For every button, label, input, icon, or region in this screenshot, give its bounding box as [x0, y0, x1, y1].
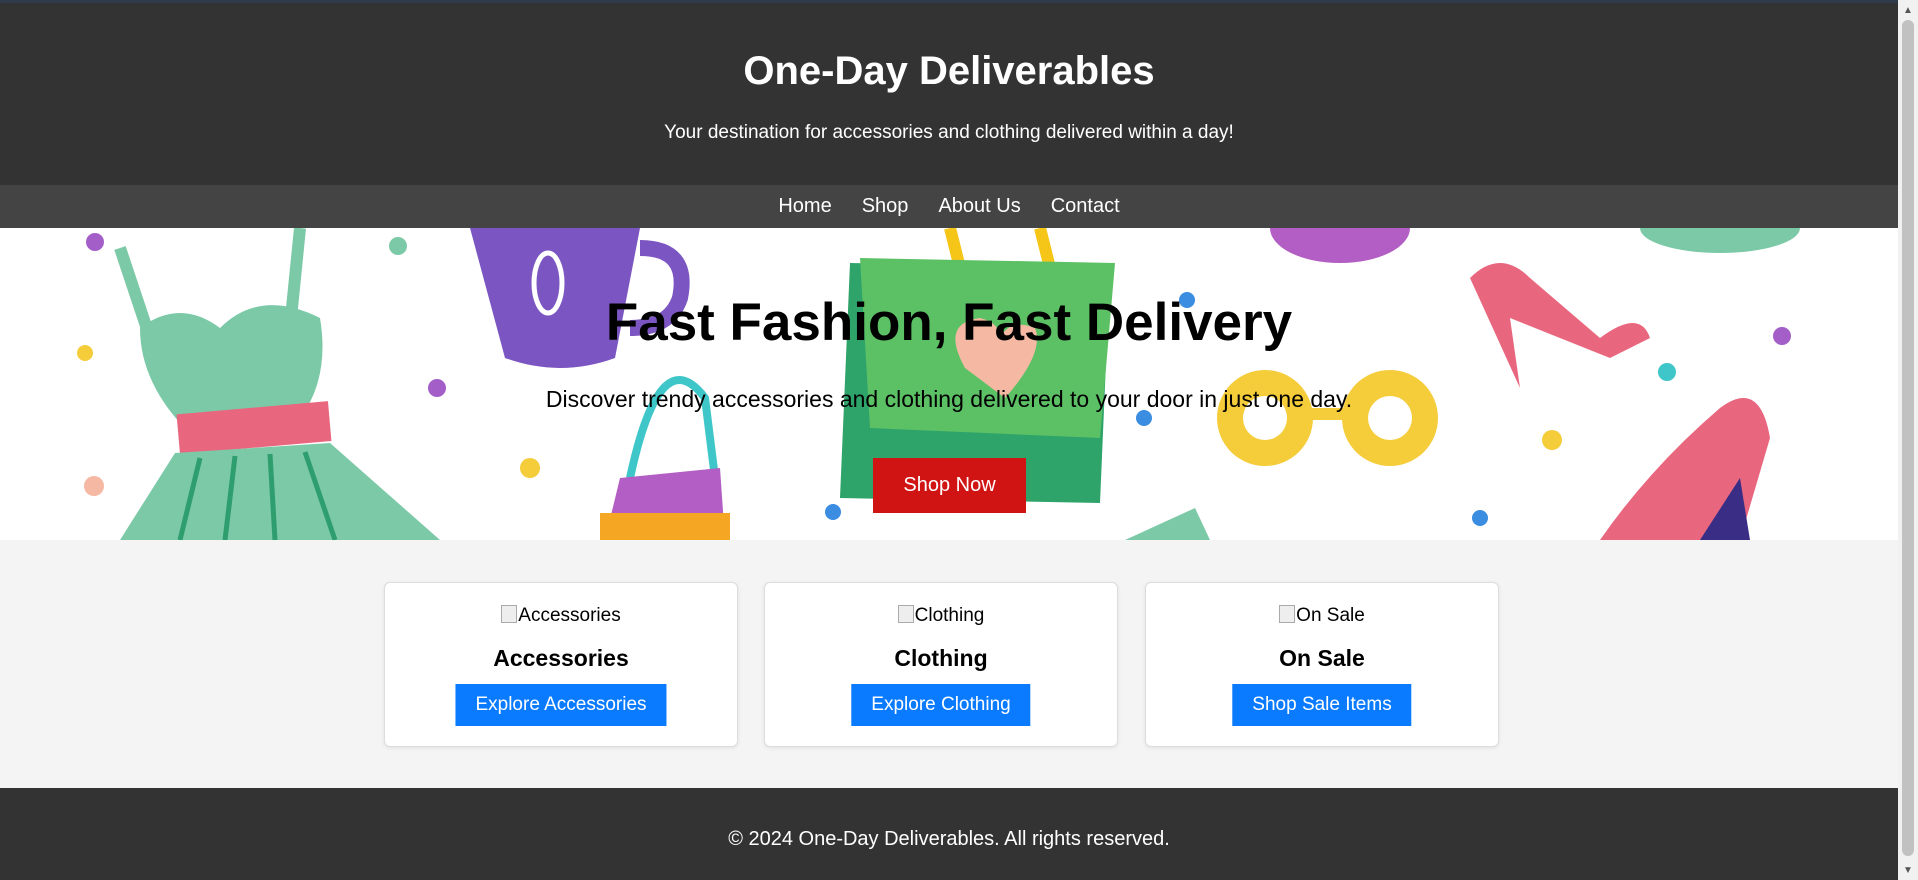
hero-title: Fast Fashion, Fast Delivery [605, 293, 1293, 352]
category-image-clothing: Clothing [765, 605, 1117, 627]
nav-contact-link[interactable]: Contact [1036, 195, 1135, 218]
page: One-Day Deliverables Your destination fo… [0, 3, 1898, 880]
scrollbar-thumb[interactable] [1902, 20, 1914, 856]
category-card-on-sale: On Sale On Sale Shop Sale Items [1145, 582, 1499, 747]
nav-home-link[interactable]: Home [763, 195, 846, 218]
site-header: One-Day Deliverables Your destination fo… [0, 3, 1898, 185]
category-image-alt: Clothing [914, 605, 985, 626]
hero-banner: Fast Fashion, Fast Delivery Discover tre… [0, 228, 1898, 540]
nav-about-link[interactable]: About Us [923, 195, 1035, 218]
broken-image-icon [1279, 605, 1296, 623]
explore-accessories-button[interactable]: Explore Accessories [455, 684, 667, 726]
category-card-clothing: Clothing Clothing Explore Clothing [764, 582, 1118, 747]
category-title: On Sale [1279, 645, 1365, 671]
broken-image-icon [897, 605, 914, 623]
category-image-accessories: Accessories [385, 605, 737, 627]
shop-sale-items-button[interactable]: Shop Sale Items [1232, 684, 1412, 726]
category-image-on-sale: On Sale [1146, 605, 1498, 627]
category-title: Accessories [493, 645, 629, 671]
explore-clothing-button[interactable]: Explore Clothing [851, 684, 1031, 726]
broken-image-icon [501, 605, 518, 623]
category-card-accessories: Accessories Accessories Explore Accessor… [384, 582, 738, 747]
category-image-alt: On Sale [1296, 605, 1365, 626]
category-title: Clothing [894, 645, 988, 671]
vertical-scrollbar[interactable]: ▲ ▼ [1898, 0, 1918, 880]
scroll-up-arrow-icon[interactable]: ▲ [1898, 2, 1918, 20]
footer-copyright: © 2024 One-Day Deliverables. All rights … [728, 828, 1170, 850]
site-tagline: Your destination for accessories and clo… [664, 122, 1234, 143]
dress-illustration [114, 228, 440, 540]
hero-subtitle: Discover trendy accessories and clothing… [545, 386, 1353, 412]
glasses-illustration [1217, 370, 1438, 466]
categories-section: Accessories Accessories Explore Accessor… [0, 540, 1898, 788]
shop-now-button[interactable]: Shop Now [873, 458, 1026, 513]
nav-shop-link[interactable]: Shop [847, 195, 924, 218]
site-title: One-Day Deliverables [743, 49, 1155, 93]
scroll-down-arrow-icon[interactable]: ▼ [1898, 862, 1918, 880]
main-nav: Home Shop About Us Contact [0, 185, 1898, 228]
category-image-alt: Accessories [518, 605, 621, 626]
site-footer: © 2024 One-Day Deliverables. All rights … [0, 788, 1898, 880]
